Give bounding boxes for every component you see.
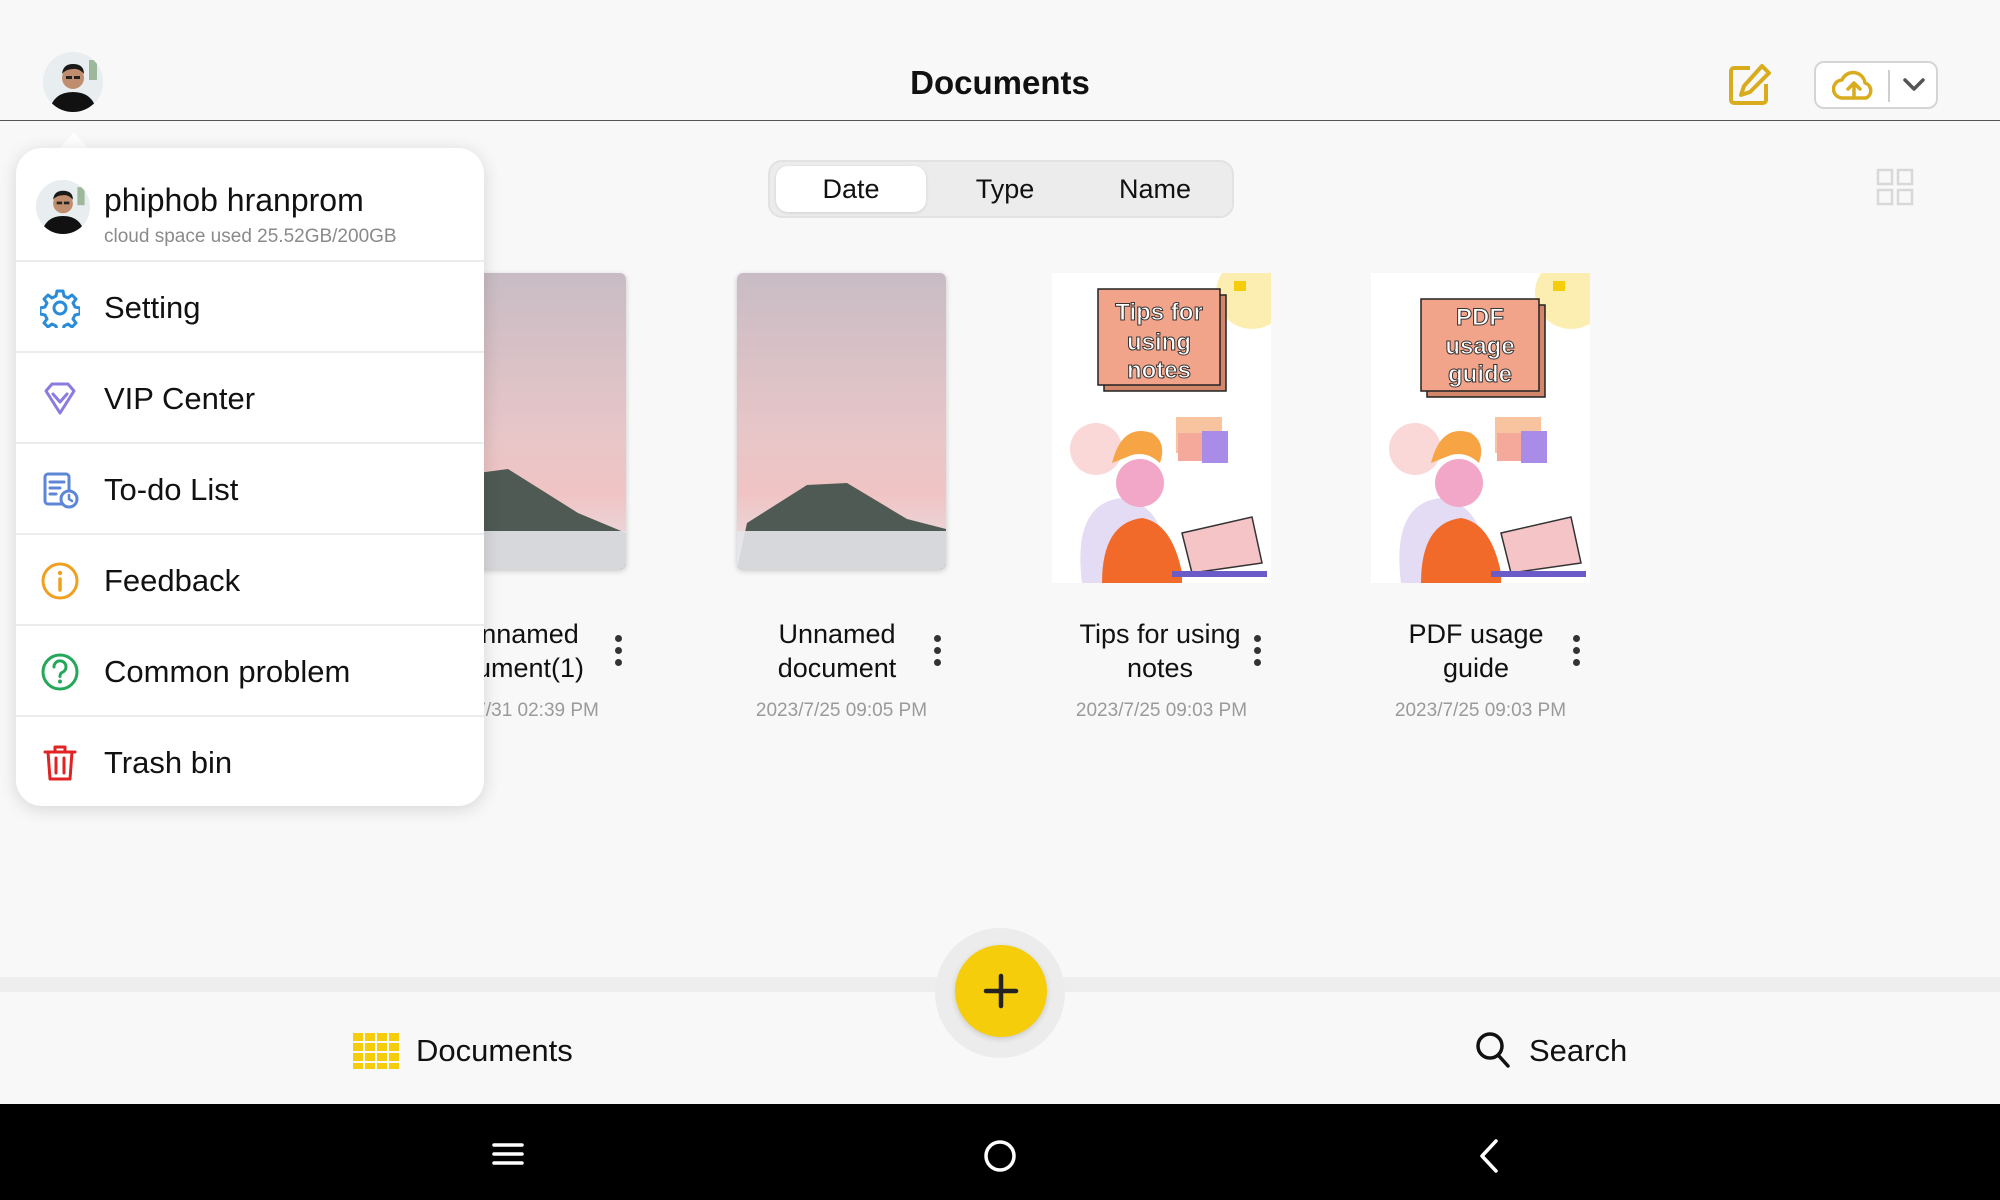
- avatar-photo: [36, 180, 90, 234]
- cloud-usage-text: cloud space used 25.52GB/200GB: [104, 226, 397, 247]
- profile-name: phiphob hranprom: [104, 182, 364, 218]
- search-icon[interactable]: [1474, 1030, 1512, 1070]
- menu-item-common-problem[interactable]: Common problem: [16, 624, 484, 715]
- account-menu: phiphob hranprom cloud space used 25.52G…: [16, 148, 484, 806]
- cloud-sync-button[interactable]: [1814, 61, 1938, 109]
- diamond-icon: [44, 382, 76, 415]
- cover-text: using: [1127, 329, 1191, 356]
- document-title-line: guide: [1442, 653, 1510, 683]
- menu-item-label: To-do List: [104, 472, 239, 507]
- back-icon[interactable]: [1478, 1138, 1500, 1174]
- avatar[interactable]: [43, 52, 103, 112]
- menu-icon[interactable]: [492, 1142, 524, 1166]
- sort-name-tab[interactable]: Name: [1080, 166, 1230, 212]
- menu-item-label: Feedback: [104, 563, 241, 598]
- todo-list-icon: [43, 472, 79, 509]
- info-icon: [41, 562, 79, 600]
- avatar-photo: [43, 52, 103, 112]
- cover-text: usage: [1445, 333, 1514, 360]
- cover-text: guide: [1448, 361, 1512, 388]
- chevron-down-icon[interactable]: [1902, 75, 1926, 95]
- page-title: Documents: [910, 64, 1090, 101]
- system-navigation-bar: [0, 1104, 2000, 1200]
- documents-grid-icon[interactable]: [353, 1033, 399, 1069]
- menu-item-label: Common problem: [104, 654, 351, 689]
- document-date: 2023/7/25 09:05 PM: [755, 700, 928, 721]
- sort-type-tab[interactable]: Type: [930, 166, 1080, 212]
- gear-icon: [40, 289, 80, 328]
- menu-item-label: Trash bin: [104, 745, 233, 780]
- top-header: [0, 0, 2000, 121]
- cover-text: PDF: [1456, 304, 1504, 331]
- trash-icon: [43, 745, 77, 781]
- more-options-icon[interactable]: [1245, 632, 1269, 672]
- document-title-line: notes: [1126, 653, 1194, 683]
- nav-search-label[interactable]: Search: [1529, 1033, 1627, 1069]
- more-options-icon[interactable]: [925, 632, 949, 672]
- avatar: [36, 180, 90, 234]
- question-icon: [41, 653, 79, 691]
- document-thumbnail[interactable]: Tips for using notes: [1052, 273, 1271, 583]
- document-title[interactable]: Unnamed document: [737, 617, 937, 685]
- document-date: 2023/7/25 09:03 PM: [1394, 700, 1567, 721]
- document-thumbnail[interactable]: PDF usage guide: [1371, 273, 1590, 583]
- cloud-upload-icon: [1832, 70, 1873, 100]
- sort-segmented-control: Date Type Name: [768, 160, 1234, 218]
- menu-item-vip-center[interactable]: VIP Center: [16, 351, 484, 442]
- nav-documents-label[interactable]: Documents: [416, 1033, 573, 1069]
- more-options-icon[interactable]: [1564, 632, 1588, 672]
- divider: [1888, 70, 1890, 102]
- document-title[interactable]: Tips for using notes: [1060, 617, 1260, 685]
- add-document-button[interactable]: [955, 945, 1047, 1037]
- document-title-line: document: [777, 653, 897, 683]
- home-icon[interactable]: [982, 1138, 1018, 1174]
- document-title-line: Tips for using: [1079, 619, 1241, 649]
- menu-item-setting[interactable]: Setting: [16, 260, 484, 351]
- document-date: 2023/7/25 09:03 PM: [1075, 700, 1248, 721]
- document-title-line: Unnamed: [778, 619, 896, 649]
- menu-item-todo-list[interactable]: To-do List: [16, 442, 484, 533]
- document-title[interactable]: PDF usage guide: [1376, 617, 1576, 685]
- cover-text: Tips for: [1115, 299, 1203, 326]
- menu-item-feedback[interactable]: Feedback: [16, 533, 484, 624]
- menu-item-trash-bin[interactable]: Trash bin: [16, 715, 484, 806]
- sort-date-tab[interactable]: Date: [776, 166, 926, 212]
- plus-icon: [983, 973, 1019, 1009]
- edit-icon[interactable]: [1726, 62, 1772, 108]
- document-title-line: PDF usage: [1408, 619, 1544, 649]
- menu-pointer: [60, 132, 88, 148]
- document-thumbnail[interactable]: [737, 273, 946, 569]
- menu-item-label: Setting: [104, 290, 201, 325]
- more-options-icon[interactable]: [606, 632, 630, 672]
- cover-text: notes: [1127, 357, 1191, 384]
- grid-view-icon[interactable]: [1876, 168, 1914, 206]
- menu-item-label: VIP Center: [104, 381, 256, 416]
- document-date: /7/31 02:39 PM: [470, 700, 599, 721]
